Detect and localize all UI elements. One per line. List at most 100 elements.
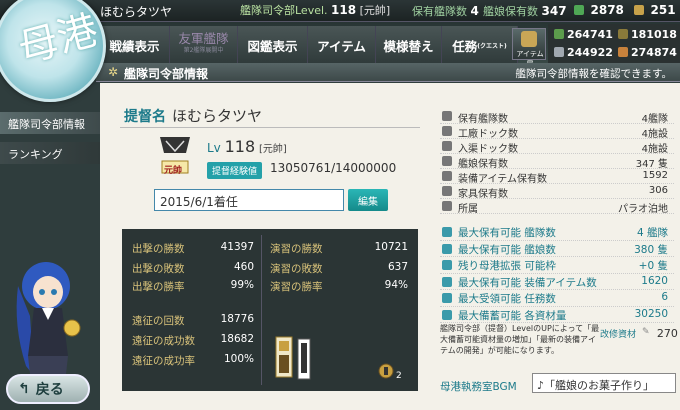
stat-row: 家具保有数 306 (440, 184, 674, 200)
home-port-logo[interactable]: 母港 (0, 0, 106, 102)
item-shop-icon (521, 31, 537, 47)
capacity-row: 最大保有可能 艦娘数 380 隻 (440, 241, 674, 257)
divider (120, 127, 420, 128)
menu-furniture[interactable]: 模様替え (376, 26, 442, 64)
expedition-success-value: 18682 (220, 333, 254, 345)
fleets-owned-label: 保有艦隊数 (412, 5, 467, 18)
ship-count: 艦娘保有数 347 (483, 3, 567, 19)
bucket-icon (574, 5, 584, 15)
battle-record-panel: 出撃の勝数 41397 出撃の敗数 460 出撃の勝率 99% 遠征の回数 18… (122, 229, 418, 391)
expedition-count-value: 18776 (220, 313, 254, 325)
rank-badge-text: 元帥 (164, 166, 183, 176)
sortie-losses-value: 460 (233, 261, 254, 273)
admiral-name: ほむらタツヤ (100, 5, 173, 19)
steel: 244922 (554, 46, 613, 59)
menu-friend-fleet-sub: 第2艦隊展開中 (183, 47, 224, 54)
gear-icon: ✲ (108, 65, 119, 79)
menu-library-label: 図鑑表示 (247, 38, 298, 54)
exercise-wins-value: 10721 (374, 241, 408, 253)
sortie-wins-value: 41397 (220, 241, 254, 253)
capacity-label: 最大受領可能 任務数 (458, 293, 556, 305)
bauxite: 274874 (618, 46, 677, 59)
hq-info-panel: 提督名 ほむらタツヤ 元帥 Lv 118 [元帥] 提督経験値 13050761/… (100, 83, 680, 410)
bucket-count: 2878 (574, 3, 624, 17)
stat-label: 工廠ドック数 (458, 129, 518, 140)
stat-value: 4艦隊 (641, 114, 668, 125)
steel-icon (554, 47, 564, 57)
ship-count-value: 347 (541, 4, 567, 18)
admiral-header: 提督名 ほむらタツヤ (124, 105, 262, 126)
equipment-icon (442, 171, 452, 181)
lv-label: Lv (207, 141, 221, 155)
sidebar-item-ranking-label: ランキング (8, 148, 63, 161)
back-arrow-icon: ↰ (18, 381, 30, 397)
edit-comment-button[interactable]: 編集 (348, 189, 388, 211)
devmat-value: 251 (650, 3, 676, 17)
expedition-success-label: 遠征の成功数 (132, 335, 195, 347)
bauxite-value: 274874 (631, 46, 677, 59)
capacity-label: 最大保有可能 艦隊数 (458, 227, 556, 239)
stat-value: 4施設 (641, 144, 668, 155)
expedition-rate-label: 遠征の成功率 (132, 355, 195, 367)
stat-label: 所属 (458, 204, 478, 215)
capacity-label: 最大保有可能 装備アイテム数 (458, 276, 597, 289)
sortie-rate-value: 99% (230, 279, 254, 291)
menu-friend-fleet[interactable]: 友軍艦隊 第2艦隊展開中 (170, 26, 238, 64)
ammo-value: 181018 (631, 28, 677, 41)
fuel-value: 264741 (567, 28, 613, 41)
bgm-label: 母港執務室BGM (440, 381, 517, 393)
devmat-icon (634, 5, 644, 15)
sidebar-item-ranking[interactable]: ランキング (0, 142, 100, 164)
section-tip: 艦隊司令部情報を確認できます。 (515, 68, 672, 80)
hq-level: 艦隊司令部Level. 118 [元帥] (240, 2, 390, 18)
bauxite-icon (618, 47, 628, 57)
stat-row: 所属 パラオ泊地 (440, 199, 674, 215)
menu-friend-fleet-label: 友軍艦隊 (178, 31, 229, 46)
stat-row: 入渠ドック数 4施設 (440, 139, 674, 155)
admiral-level: Lv 118 [元帥] (207, 137, 287, 156)
bgm-select[interactable]: ♪「艦娘のお菓子作り」 (532, 373, 676, 393)
hq-rank: [元帥] (359, 4, 391, 17)
capacity-row: 最大備蓄可能 各資材量 30250 (440, 307, 674, 323)
exercise-rate-value: 94% (384, 279, 408, 291)
capacity-row: 最大保有可能 装備アイテム数 1620 (440, 274, 674, 290)
stat-row: 艦娘保有数 347 隻 (440, 154, 674, 170)
sidebar-item-hq-info[interactable]: 艦隊司令部情報 (0, 112, 100, 134)
status-bar: ほむらタツヤ 艦隊司令部Level. 118 [元帥] 保有艦隊数 4 艦娘保有… (0, 0, 680, 22)
lv-rank: [元帥] (259, 144, 287, 155)
admiral-comment-field[interactable]: 2015/6/1着任 (154, 189, 344, 211)
capacity-row: 残り母港拡張 可能枠 +0 隻 (440, 257, 674, 274)
exercise-losses-label: 演習の敗数 (270, 263, 323, 275)
ship-count-label: 艦娘保有数 (483, 5, 538, 18)
equipment-icon (442, 276, 452, 287)
ship-girl-icon (442, 243, 452, 254)
fuel-icon (554, 29, 564, 39)
menu-record[interactable]: 戦績表示 (100, 26, 170, 64)
capacity-row: 最大受領可能 任務数 6 (440, 290, 674, 307)
stat-value: 4施設 (641, 129, 668, 140)
stat-label: 装備アイテム保有数 (458, 174, 547, 185)
sortie-wins-label: 出撃の勝数 (132, 243, 185, 255)
hq-stats: 保有艦隊数 4艦隊 工廠ドック数 4施設 入渠ドック数 4施設 艦娘保有数 347 隻 … (440, 109, 674, 323)
improvement-value: 270 (656, 327, 678, 340)
expedition-rate-value: 100% (223, 353, 254, 365)
admiral-profile-name: ほむらタツヤ (172, 107, 263, 125)
sortie-losses-label: 出撃の敗数 (132, 263, 185, 275)
capacity-value: 6 (661, 291, 668, 303)
item-shop-button[interactable]: アイテム屋 (512, 28, 546, 68)
menu-item[interactable]: アイテム (308, 26, 376, 64)
menu-library[interactable]: 図鑑表示 (238, 26, 308, 64)
main-menu: 戦績表示 友軍艦隊 第2艦隊展開中 図鑑表示 アイテム 模様替え 任務 (クエス… (100, 26, 518, 64)
capacity-value: 380 隻 (634, 243, 668, 256)
back-button[interactable]: ↰ 戻る (6, 374, 90, 404)
devmat-count: 251 (634, 3, 676, 17)
quest-icon (442, 293, 452, 303)
hq-level-label: 艦隊司令部Level. (240, 4, 328, 17)
resource-panel: 264741 181018 244922 274874 (548, 24, 680, 64)
menu-quest-sub: (クエスト) (477, 42, 507, 50)
section-title-bar: ✲ 艦隊司令部情報 艦隊司令部情報を確認できます。 (96, 63, 680, 82)
menu-quest[interactable]: 任務 (クエスト) (442, 26, 518, 64)
flag-icon (442, 201, 452, 211)
steel-value: 244922 (567, 46, 613, 59)
